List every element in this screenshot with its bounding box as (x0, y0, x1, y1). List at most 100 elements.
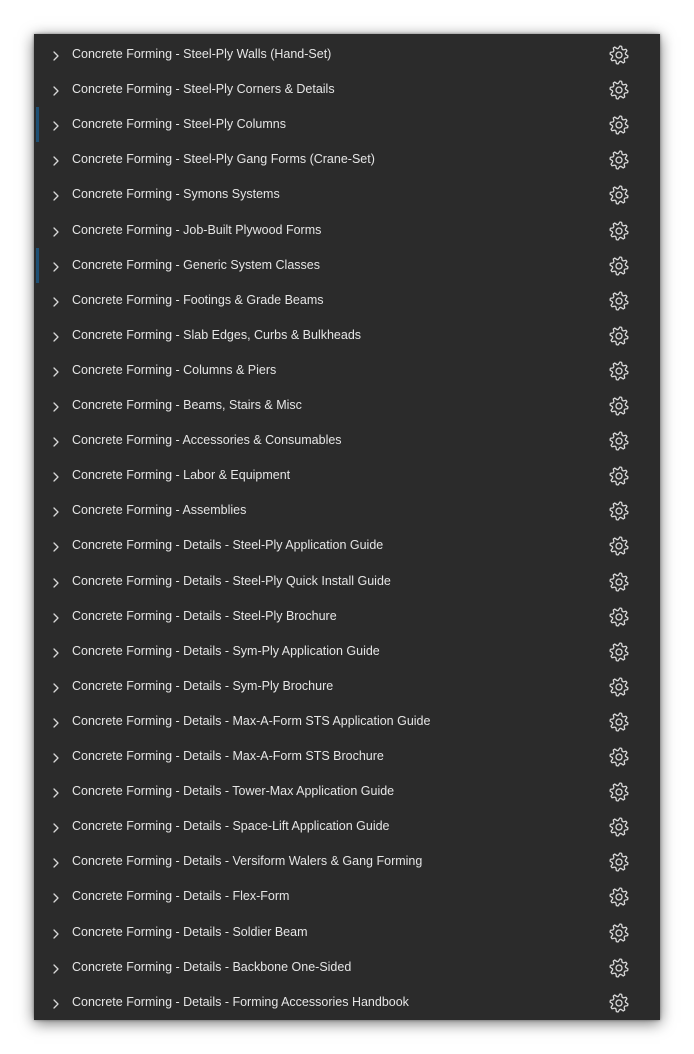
list-item[interactable]: Concrete Forming - Steel-Ply Corners & D… (34, 72, 660, 107)
chevron-right-icon[interactable] (51, 646, 61, 660)
chevron-right-icon[interactable] (51, 576, 61, 590)
chevron-right-icon[interactable] (51, 962, 61, 976)
gear-icon[interactable] (609, 115, 629, 135)
gear-icon[interactable] (609, 185, 629, 206)
chevron-right-icon[interactable] (51, 786, 61, 800)
gear-icon[interactable] (609, 571, 629, 592)
chevron-right-icon[interactable] (51, 681, 61, 695)
list-item[interactable]: Concrete Forming - Details - Max-A-Form … (34, 704, 660, 739)
list-item[interactable]: Concrete Forming - Job-Built Plywood For… (34, 213, 660, 248)
gear-icon[interactable] (609, 747, 629, 767)
list-item[interactable]: Concrete Forming - Steel-Ply Walls (Hand… (34, 37, 660, 72)
gear-icon[interactable] (609, 817, 629, 837)
list-item[interactable]: Concrete Forming - Beams, Stairs & Misc (34, 388, 660, 423)
list-item[interactable]: Concrete Forming - Details - Steel-Ply A… (34, 528, 660, 563)
chevron-right-icon[interactable] (51, 821, 61, 835)
list-item[interactable]: Concrete Forming - Generic System Classe… (34, 247, 660, 283)
list-item-label: Concrete Forming - Steel-Ply Corners & D… (72, 82, 335, 97)
list-item[interactable]: Concrete Forming - Details - Steel-Ply B… (34, 599, 660, 634)
selection-marker (36, 177, 39, 212)
chevron-right-icon[interactable] (51, 927, 61, 941)
chevron-right-icon[interactable] (51, 154, 61, 168)
gear-icon[interactable] (609, 396, 629, 416)
chevron-right-icon[interactable] (51, 891, 61, 905)
chevron-right-icon[interactable] (51, 119, 61, 133)
gear-icon[interactable] (609, 887, 629, 908)
chevron-right-icon[interactable] (51, 856, 61, 870)
gear-icon[interactable] (609, 957, 629, 978)
list-item[interactable]: Concrete Forming - Details - Steel-Ply Q… (34, 564, 660, 599)
chevron-right-icon[interactable] (51, 540, 61, 554)
chevron-right-icon[interactable] (51, 997, 61, 1011)
gear-icon[interactable] (609, 45, 629, 65)
list-item-label: Concrete Forming - Accessories & Consuma… (72, 433, 342, 448)
list-item[interactable]: Concrete Forming - Details - Flex-Form (34, 879, 660, 914)
list-item[interactable]: Concrete Forming - Details - Soldier Bea… (34, 915, 660, 950)
chevron-right-icon[interactable] (51, 295, 61, 309)
gear-icon[interactable] (609, 255, 629, 276)
gear-icon[interactable] (609, 782, 629, 802)
gear-icon[interactable] (609, 361, 629, 381)
chevron-right-icon[interactable] (51, 505, 61, 519)
chevron-right-icon[interactable] (51, 330, 61, 344)
list-item[interactable]: Concrete Forming - Details - Forming Acc… (34, 985, 660, 1020)
list-item-label: Concrete Forming - Details - Versiform W… (72, 854, 423, 869)
chevron-right-icon[interactable] (51, 435, 61, 449)
gear-icon[interactable] (609, 80, 629, 100)
chevron-right-icon[interactable] (51, 400, 61, 414)
chevron-right-icon[interactable] (51, 260, 61, 274)
chevron-right-icon[interactable] (51, 751, 61, 765)
gear-icon[interactable] (609, 712, 629, 732)
list-item[interactable]: Concrete Forming - Labor & Equipment (34, 458, 660, 493)
gear-icon[interactable] (609, 150, 629, 170)
list-item-label: Concrete Forming - Beams, Stairs & Misc (72, 398, 302, 412)
chevron-right-icon[interactable] (51, 716, 61, 730)
chevron-right-icon[interactable] (51, 49, 61, 63)
chevron-right-icon[interactable] (51, 225, 61, 239)
selection-marker (36, 283, 39, 318)
gear-icon[interactable] (609, 501, 629, 521)
list-item[interactable]: Concrete Forming - Details - Backbone On… (34, 950, 660, 985)
selection-marker (36, 950, 39, 985)
list-item[interactable]: Concrete Forming - Accessories & Consuma… (34, 423, 660, 458)
gear-icon[interactable] (609, 677, 629, 697)
list-item[interactable]: Concrete Forming - Slab Edges, Curbs & B… (34, 318, 660, 353)
gear-icon[interactable] (609, 922, 629, 943)
list-item[interactable]: Concrete Forming - Details - Versiform W… (34, 844, 660, 879)
chevron-right-icon[interactable] (51, 470, 61, 484)
gear-icon[interactable] (609, 431, 629, 451)
list-item[interactable]: Concrete Forming - Details - Sym-Ply App… (34, 634, 660, 669)
list-item-label: Concrete Forming - Steel-Ply Walls (Hand… (72, 47, 332, 61)
list-item-label: Concrete Forming - Symons Systems (72, 187, 280, 202)
selection-marker (36, 915, 39, 950)
list-item[interactable]: Concrete Forming - Details - Max-A-Form … (34, 739, 660, 774)
list-item[interactable]: Concrete Forming - Details - Sym-Ply Bro… (34, 669, 660, 704)
gear-icon[interactable] (609, 993, 629, 1013)
list-item-label: Concrete Forming - Columns & Piers (72, 362, 277, 377)
list-item[interactable]: Concrete Forming - Footings & Grade Beam… (34, 283, 660, 318)
selection-marker (36, 353, 39, 388)
gear-icon[interactable] (609, 220, 629, 241)
chevron-right-icon[interactable] (51, 365, 61, 379)
gear-icon[interactable] (609, 852, 629, 872)
list-item[interactable]: Concrete Forming - Symons Systems (34, 177, 660, 212)
gear-icon[interactable] (609, 291, 629, 311)
list-item[interactable]: Concrete Forming - Steel-Ply Columns (34, 107, 660, 143)
chevron-right-icon[interactable] (51, 84, 61, 98)
list-item[interactable]: Concrete Forming - Steel-Ply Gang Forms … (34, 142, 660, 177)
list-item[interactable]: Concrete Forming - Details - Tower-Max A… (34, 774, 660, 809)
list-item[interactable]: Concrete Forming - Assemblies (34, 493, 660, 528)
chevron-right-icon[interactable] (51, 611, 61, 625)
list-item-label: Concrete Forming - Generic System Classe… (72, 257, 320, 272)
gear-icon[interactable] (609, 326, 629, 346)
chevron-right-icon[interactable] (51, 189, 61, 203)
list-item-label: Concrete Forming - Details - Forming Acc… (72, 994, 409, 1009)
category-list-panel: Concrete Forming - Steel-Ply Walls (Hand… (34, 34, 660, 1020)
gear-icon[interactable] (609, 536, 629, 557)
list-item[interactable]: Concrete Forming - Details - Space-Lift … (34, 809, 660, 844)
list-item-label: Concrete Forming - Details - Max-A-Form … (72, 749, 384, 763)
gear-icon[interactable] (609, 642, 629, 662)
list-item[interactable]: Concrete Forming - Columns & Piers (34, 353, 660, 388)
gear-icon[interactable] (609, 606, 629, 627)
gear-icon[interactable] (609, 466, 629, 486)
